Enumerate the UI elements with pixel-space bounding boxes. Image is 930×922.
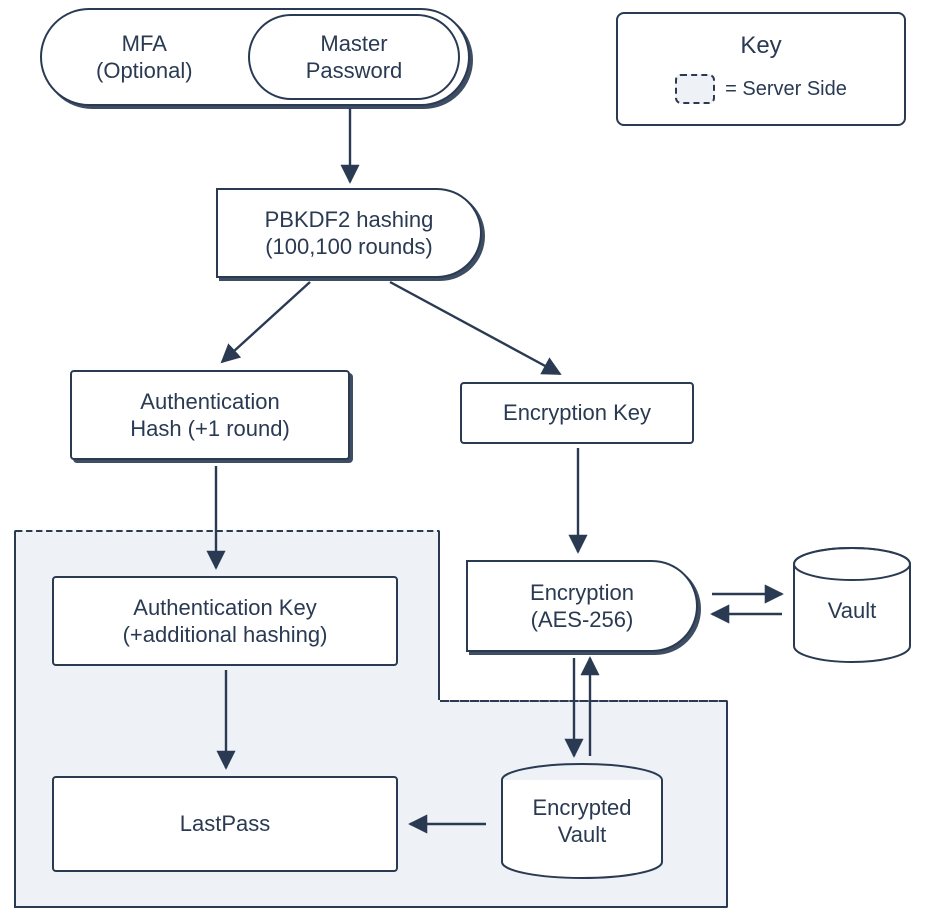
vault-label-wrap: Vault <box>790 586 914 636</box>
diagram-stage: Key = Server Side MFA (Optional) Master … <box>0 0 930 922</box>
encrypted-vault-label-wrap: Encrypted Vault <box>494 782 670 860</box>
pbkdf2-label: PBKDF2 hashing (100,100 rounds) <box>265 206 434 261</box>
node-auth-key: Authentication Key (+additional hashing) <box>52 576 398 666</box>
mfa-label: MFA (Optional) <box>96 30 193 85</box>
legend-swatch-label: = Server Side <box>725 78 847 101</box>
arrow-pbkdf2-to-authhash <box>222 282 310 362</box>
legend-title: Key <box>740 32 781 60</box>
legend-row: = Server Side <box>675 74 847 104</box>
arrow-pbkdf2-to-enckey <box>390 282 560 374</box>
lastpass-label: LastPass <box>180 810 271 838</box>
auth-hash-label: Authentication Hash (+1 round) <box>130 388 290 443</box>
node-encryption: Encryption (AES-256) <box>466 560 698 652</box>
legend-swatch-icon <box>675 74 715 104</box>
vault-label: Vault <box>828 597 877 625</box>
master-password-label: Master Password <box>306 30 403 85</box>
legend-box: Key = Server Side <box>616 12 906 126</box>
auth-key-label: Authentication Key (+additional hashing) <box>123 594 328 649</box>
node-encryption-key: Encryption Key <box>460 382 694 444</box>
encryption-label: Encryption (AES-256) <box>530 579 634 634</box>
node-pbkdf2: PBKDF2 hashing (100,100 rounds) <box>216 188 482 278</box>
node-lastpass: LastPass <box>52 776 398 872</box>
encrypted-vault-label: Encrypted Vault <box>532 794 631 849</box>
node-auth-hash: Authentication Hash (+1 round) <box>70 370 350 460</box>
encryption-key-label: Encryption Key <box>503 399 651 427</box>
node-master-password: Master Password <box>248 14 460 100</box>
